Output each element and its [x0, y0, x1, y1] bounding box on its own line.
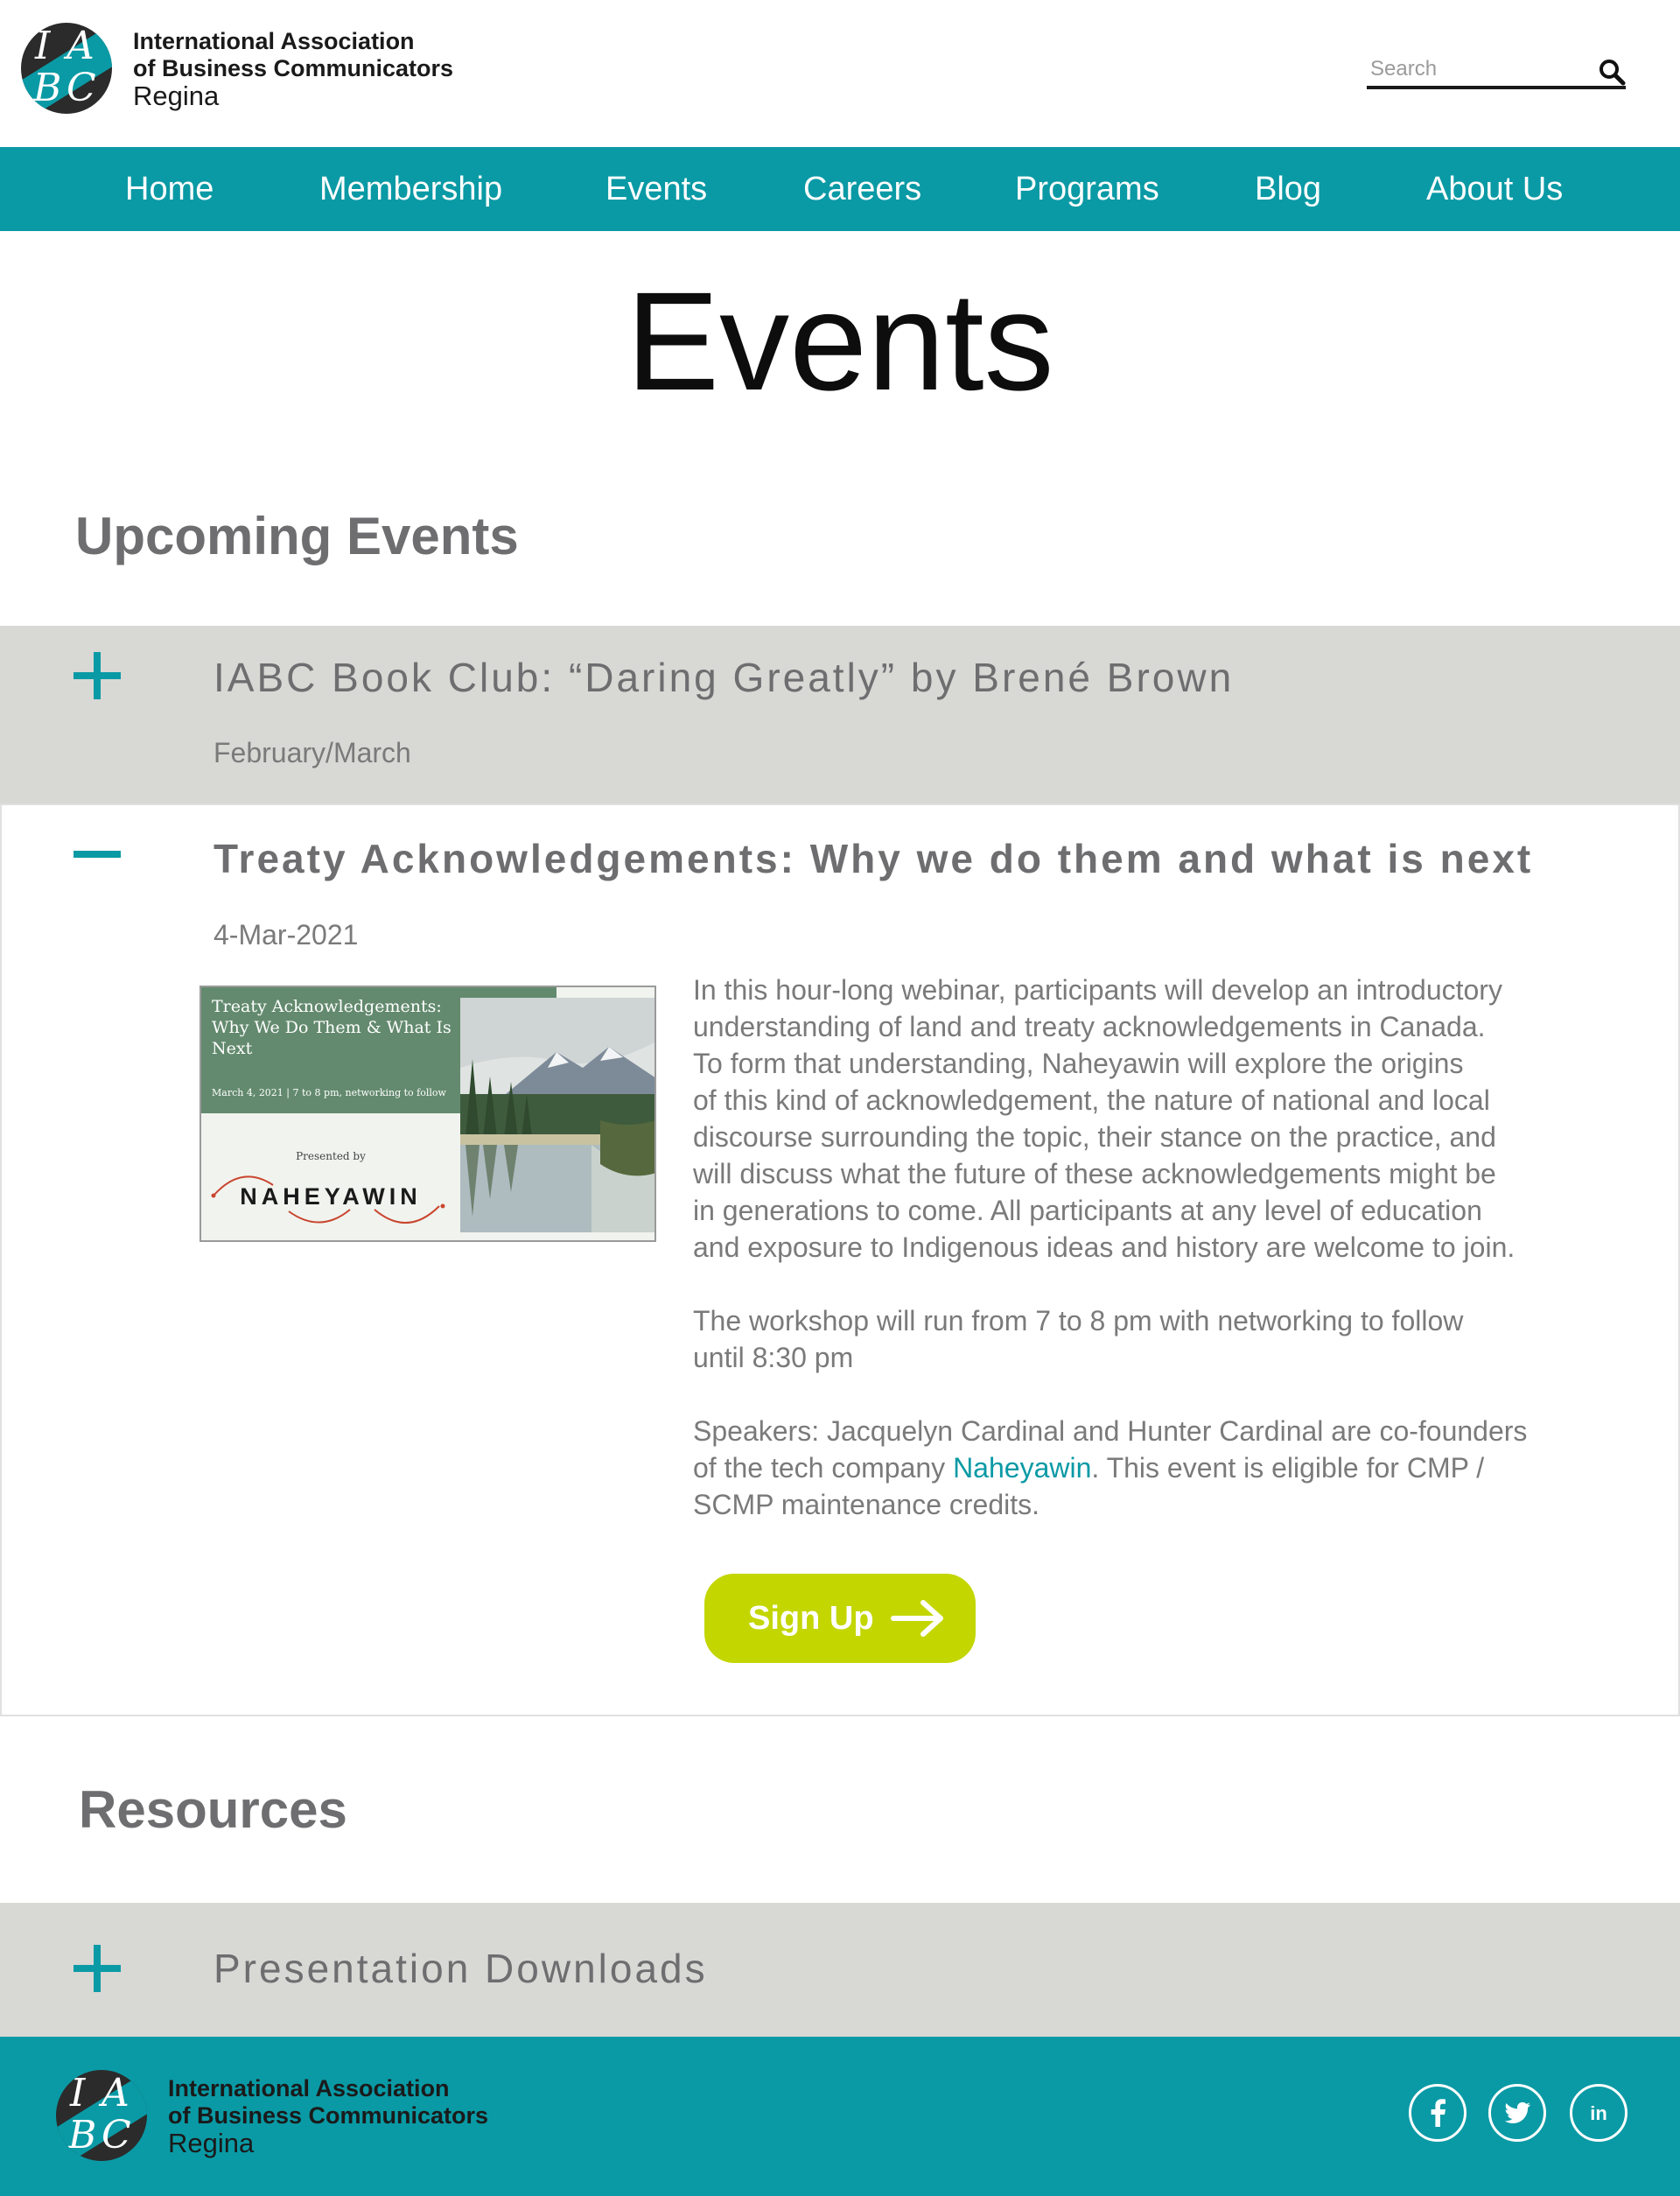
search-input[interactable]	[1368, 56, 1578, 82]
event-paragraph-intro: In this hour-long webinar, participants …	[693, 974, 1516, 1263]
event-title[interactable]: Treaty Acknowledgements: Why we do them …	[214, 835, 1533, 882]
sign-up-label: Sign Up	[748, 1600, 874, 1637]
event-title[interactable]: IABC Book Club: “Daring Greatly” by Bren…	[214, 654, 1234, 701]
svg-text:in: in	[1590, 2102, 1607, 2124]
org-name-line2: of Business Communicators	[133, 54, 454, 81]
minus-icon[interactable]	[74, 851, 121, 858]
search-box	[1367, 53, 1626, 89]
plus-icon[interactable]	[74, 652, 121, 699]
nav-about-us[interactable]: About Us	[1426, 147, 1563, 231]
landscape-photo	[460, 998, 654, 1232]
resources-heading: Resources	[79, 1780, 347, 1839]
org-name-line2: of Business Communicators	[168, 2101, 489, 2129]
footer-logo[interactable]: IABC International Association of Busine…	[56, 2070, 488, 2161]
site-header: IABC International Association of Busine…	[0, 0, 1680, 147]
org-name-line1: International Association	[133, 27, 415, 54]
nav-membership[interactable]: Membership	[319, 147, 502, 231]
facebook-link[interactable]	[1409, 2084, 1466, 2142]
event-date: February/March	[214, 737, 411, 768]
event-paragraph-speakers: Speakers: Jacquelyn Cardinal and Hunter …	[693, 1413, 1533, 1523]
main-nav: Home Membership Events Careers Programs …	[0, 147, 1680, 231]
site-logo[interactable]: IABC International Association of Busine…	[21, 23, 453, 114]
plus-icon[interactable]	[74, 1945, 121, 1992]
event-description: In this hour-long webinar, participants …	[693, 972, 1533, 1560]
org-name-line1: International Association	[168, 2074, 450, 2101]
nav-home[interactable]: Home	[125, 147, 214, 231]
arrow-right-icon	[891, 1600, 943, 1637]
org-name-line3: Regina	[168, 2127, 255, 2158]
nav-blog[interactable]: Blog	[1255, 147, 1321, 231]
twitter-icon	[1504, 2101, 1530, 2123]
resource-title[interactable]: Presentation Downloads	[214, 1945, 708, 1992]
event-accordion-book-club[interactable]: IABC Book Club: “Daring Greatly” by Bren…	[0, 626, 1680, 803]
twitter-link[interactable]	[1488, 2084, 1546, 2142]
search-icon[interactable]	[1598, 58, 1626, 86]
iabc-logo-mark: IABC	[56, 2070, 147, 2161]
org-name-line3: Regina	[133, 80, 220, 111]
page-title: Events	[626, 263, 1054, 419]
nav-programs[interactable]: Programs	[1015, 147, 1159, 231]
resource-accordion-presentations[interactable]: Presentation Downloads	[0, 1903, 1680, 2037]
sign-up-button[interactable]: Sign Up	[704, 1574, 976, 1663]
site-footer: IABC International Association of Busine…	[0, 2037, 1680, 2196]
iabc-logo-mark: IABC	[21, 23, 112, 114]
org-name: International Association of Business Co…	[133, 28, 453, 109]
upcoming-events-heading: Upcoming Events	[75, 507, 519, 565]
event-banner-image: Treaty Acknowledgements: Why We Do Them …	[200, 986, 656, 1242]
banner-brand: NAHEYAWIN	[240, 1183, 422, 1210]
banner-date: March 4, 2021 | 7 to 8 pm, networking to…	[212, 1087, 446, 1098]
linkedin-icon: in	[1590, 2102, 1607, 2124]
facebook-icon	[1431, 2099, 1446, 2127]
footer-org-name: International Association of Business Co…	[168, 2075, 488, 2157]
banner-title: Treaty Acknowledgements: Why We Do Them …	[212, 997, 452, 1058]
event-paragraph-schedule: The workshop will run from 7 to 8 pm wit…	[693, 1305, 1464, 1373]
event-date: 4-Mar-2021	[214, 919, 359, 951]
nav-events[interactable]: Events	[606, 147, 707, 231]
linkedin-link[interactable]: in	[1570, 2084, 1628, 2142]
nav-careers[interactable]: Careers	[803, 147, 921, 231]
naheyawin-link[interactable]: Naheyawin	[953, 1452, 1091, 1484]
